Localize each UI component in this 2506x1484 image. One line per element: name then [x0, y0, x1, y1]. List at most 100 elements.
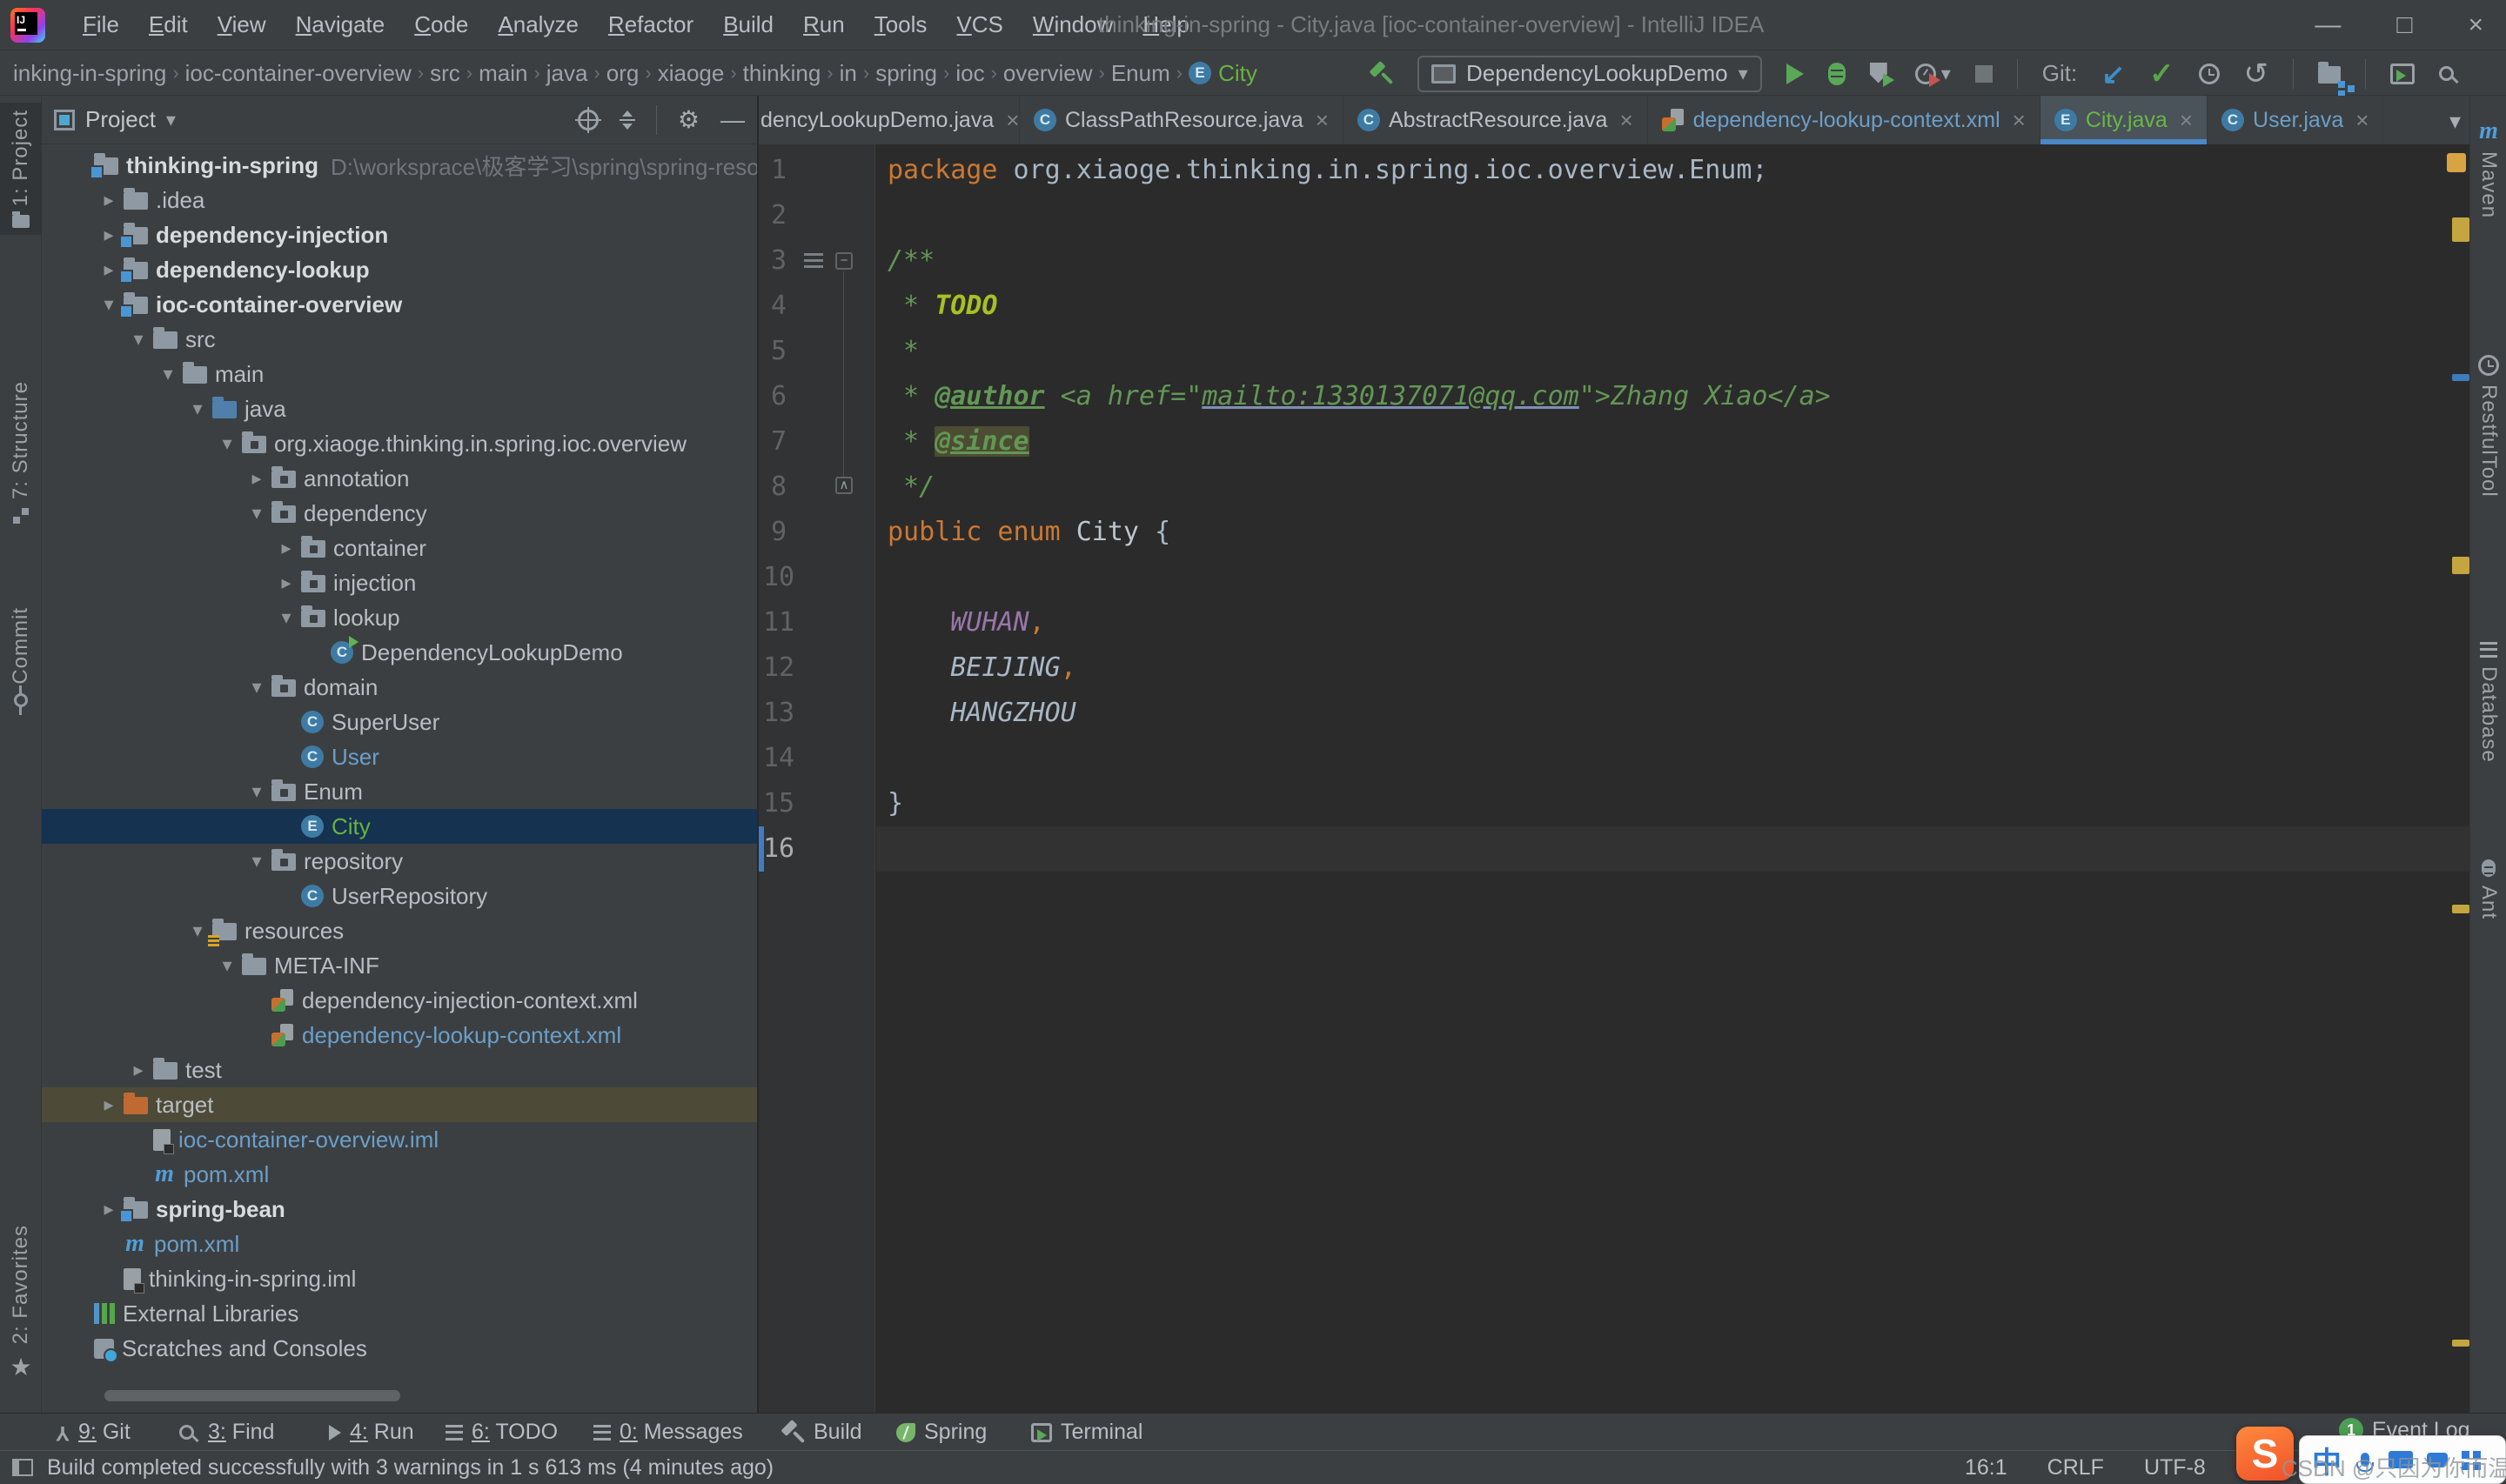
code-line-11[interactable]: WUHAN,	[888, 600, 1045, 645]
line-number[interactable]: 15	[759, 781, 799, 826]
tree-row[interactable]: dependency-injection-context.xml	[42, 983, 757, 1018]
line-number[interactable]: 11	[759, 600, 799, 645]
maximize-button[interactable]: □	[2396, 10, 2412, 40]
tree-row[interactable]: dependency-lookup	[42, 252, 757, 287]
menu-file[interactable]: File	[68, 4, 134, 45]
profiler-button[interactable]	[1915, 64, 1936, 84]
tree-row[interactable]: User	[42, 739, 757, 774]
chevron-icon[interactable]	[271, 572, 301, 594]
chevron-icon[interactable]	[94, 1093, 124, 1116]
toolwindow-todo-button[interactable]: 6: TODO	[446, 1414, 558, 1451]
build-project-icon[interactable]	[1367, 61, 1393, 87]
close-icon[interactable]: ×	[1619, 107, 1632, 134]
git-update-button[interactable]: ↙	[2101, 57, 2125, 90]
line-number[interactable]: 12	[759, 645, 799, 691]
fold-collapse-icon[interactable]: −	[835, 252, 853, 270]
tree-row[interactable]: META-INF	[42, 948, 757, 983]
breadcrumb-item[interactable]: xiaoge	[652, 60, 731, 87]
menu-code[interactable]: Code	[399, 4, 483, 45]
gutter-reorder-icon[interactable]	[804, 253, 823, 269]
close-button[interactable]: ×	[2468, 10, 2483, 40]
code-line-8[interactable]: */	[888, 465, 935, 510]
menu-build[interactable]: Build	[708, 4, 788, 45]
editor-area[interactable]	[759, 144, 2469, 1413]
run-with-coverage-button[interactable]	[1870, 63, 1891, 85]
line-number-current[interactable]: 16	[759, 826, 799, 872]
chevron-icon[interactable]	[242, 467, 271, 490]
toolwindow-ant-button[interactable]: Ant	[2470, 852, 2506, 926]
close-icon[interactable]: ×	[1006, 107, 1019, 134]
chevron-icon[interactable]	[242, 502, 271, 525]
chevron-icon[interactable]	[124, 328, 153, 351]
tree-row-selected-city[interactable]: City	[42, 809, 757, 844]
close-icon[interactable]: ×	[1316, 107, 1329, 134]
toolwindow-terminal-button[interactable]: Terminal	[1031, 1414, 1142, 1451]
menu-view[interactable]: View	[203, 4, 281, 45]
tree-row[interactable]: UserRepository	[42, 879, 757, 913]
tree-row-target[interactable]: target	[42, 1087, 757, 1122]
line-number[interactable]: 4	[759, 284, 799, 329]
warning-stripe-mark[interactable]	[2452, 905, 2469, 913]
tree-row[interactable]: main	[42, 357, 757, 391]
breadcrumb-item[interactable]: java	[540, 60, 594, 87]
tab-city-active[interactable]: City.java×	[2040, 96, 2208, 144]
fold-end-icon[interactable]: ∧	[835, 477, 853, 494]
toolwindow-maven-button[interactable]: m Maven	[2470, 113, 2506, 225]
git-history-button[interactable]	[2199, 64, 2220, 84]
toolwindow-structure-button[interactable]: 7: Structure	[0, 374, 42, 531]
breadcrumb-item[interactable]: ioc	[949, 60, 990, 87]
breadcrumb-item[interactable]: spring	[869, 60, 943, 87]
code-line-4[interactable]: * TODO	[888, 284, 997, 329]
tree-row[interactable]: test	[42, 1053, 757, 1087]
line-number[interactable]: 6	[759, 374, 799, 419]
tree-row[interactable]: resources	[42, 913, 757, 948]
tree-row[interactable]: mpom.xml	[42, 1227, 757, 1261]
chevron-down-icon[interactable]: ▾	[166, 109, 176, 131]
tree-row[interactable]: .idea	[42, 183, 757, 217]
project-structure-icon[interactable]	[2318, 66, 2341, 84]
caret-position[interactable]: 16:1	[1965, 1455, 2007, 1481]
project-panel-header[interactable]: Project ▾ ⚙ —	[42, 96, 757, 144]
menu-vcs[interactable]: VCS	[941, 4, 1017, 45]
tree-row[interactable]: dependency	[42, 496, 757, 531]
chevron-icon[interactable]	[94, 189, 124, 211]
chevron-icon[interactable]	[153, 363, 183, 385]
tree-row[interactable]: thinking-in-springD:\worksprace\极客学习\spr…	[42, 148, 757, 183]
tab-dependency-lookup-context[interactable]: dependency-lookup-context.xml×	[1648, 96, 2040, 144]
search-everywhere-icon[interactable]	[2439, 66, 2454, 81]
tab-classpathresource[interactable]: ClassPathResource.java×	[1020, 96, 1343, 144]
tree-row[interactable]: annotation	[42, 461, 757, 496]
chevron-icon[interactable]	[242, 780, 271, 803]
code-line-3[interactable]: /**	[888, 238, 935, 284]
collapse-all-icon[interactable]	[620, 110, 635, 130]
chevron-icon[interactable]	[212, 432, 242, 455]
code-line-13[interactable]: HANGZHOU	[888, 691, 1076, 736]
chevron-icon[interactable]	[212, 954, 242, 977]
hide-panel-icon[interactable]: —	[720, 108, 745, 132]
toolwindow-database-button[interactable]: Database	[2470, 635, 2506, 770]
tab-list-chevron-icon[interactable]: ▾	[2449, 108, 2461, 135]
menu-navigate[interactable]: Navigate	[281, 4, 400, 45]
chevron-icon[interactable]	[271, 537, 301, 559]
breadcrumb-item[interactable]: thinking	[737, 60, 828, 87]
toolwindow-build-button[interactable]: Build	[779, 1414, 862, 1451]
run-button[interactable]	[1786, 64, 1804, 84]
inspections-indicator[interactable]	[2447, 153, 2466, 172]
close-icon[interactable]: ×	[2180, 107, 2193, 134]
tree-row[interactable]: Scratches and Consoles	[42, 1331, 757, 1366]
run-anything-icon[interactable]	[2390, 64, 2415, 84]
git-rollback-button[interactable]: ↺	[2244, 57, 2269, 91]
breadcrumb-item[interactable]: overview	[997, 60, 1099, 87]
chevron-icon[interactable]	[242, 850, 271, 872]
code-line-9[interactable]: public enum City {	[888, 510, 1170, 555]
warning-stripe-mark[interactable]	[2452, 217, 2469, 242]
chevron-icon[interactable]	[271, 606, 301, 629]
line-number[interactable]: 1	[759, 148, 799, 193]
tree-row[interactable]: SuperUser	[42, 705, 757, 739]
toolwindow-commit-button[interactable]: Commit	[0, 600, 42, 714]
chevron-icon[interactable]	[124, 1059, 153, 1081]
run-configuration-select[interactable]: DependencyLookupDemo ▾	[1417, 56, 1762, 92]
code-line-7[interactable]: * @since	[888, 419, 1029, 465]
breadcrumb-item[interactable]: org	[600, 60, 646, 87]
tree-row[interactable]: ioc-container-overview.iml	[42, 1122, 757, 1157]
